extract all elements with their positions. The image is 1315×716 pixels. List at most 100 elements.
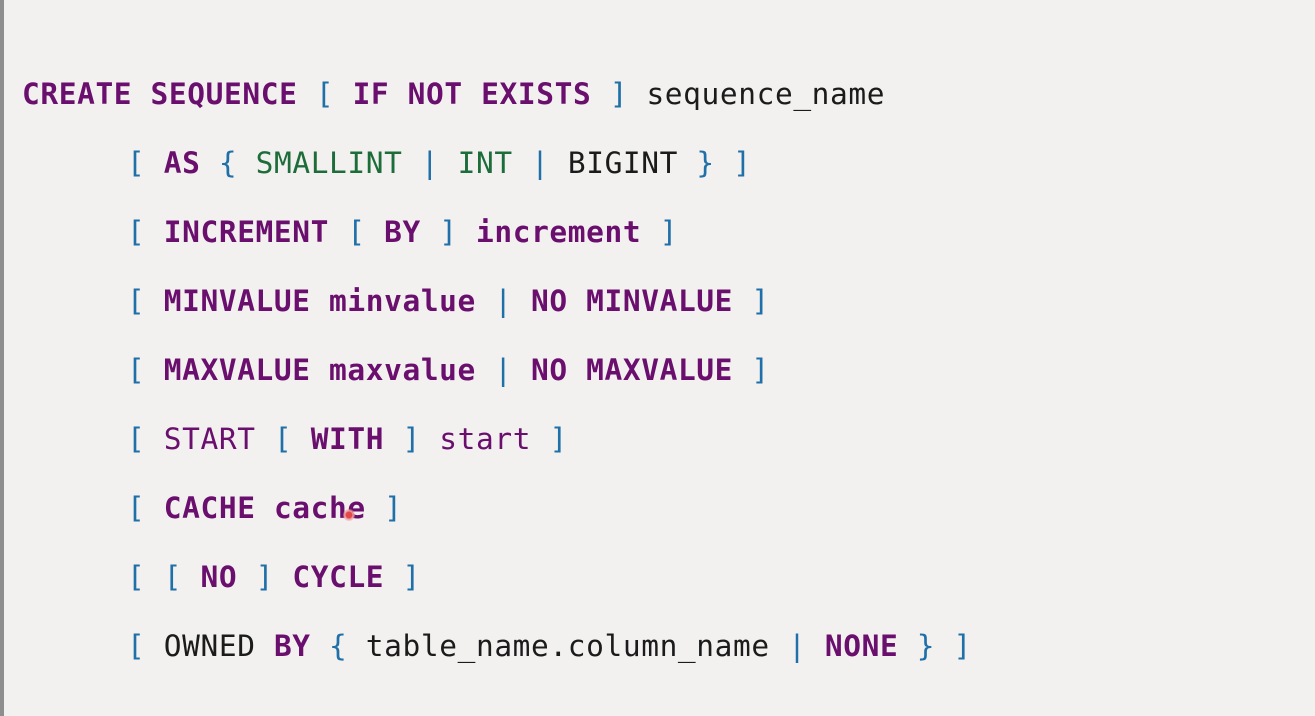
syntax-token: INCREMENT — [163, 215, 329, 249]
syntax-token: | — [494, 284, 513, 318]
syntax-line: [ MINVALUE minvalue | NO MINVALUE ] — [22, 273, 972, 342]
syntax-token: [ — [315, 77, 335, 111]
syntax-token: NONE — [824, 629, 899, 663]
syntax-token: ] — [384, 491, 403, 525]
syntax-token: maxvalue — [329, 353, 476, 387]
syntax-token: [ — [127, 353, 146, 387]
syntax-token: } — [696, 146, 715, 180]
syntax-token: ] — [609, 77, 629, 111]
syntax-token: ] — [402, 422, 421, 456]
document-frame: CREATE SEQUENCE [ IF NOT EXISTS ] sequen… — [0, 0, 1315, 716]
syntax-token: MAXVALUE — [163, 353, 311, 387]
syntax-token: BIGINT — [567, 146, 679, 180]
syntax-token: } — [916, 629, 936, 663]
sql-syntax-block: CREATE SEQUENCE [ IF NOT EXISTS ] sequen… — [22, 66, 972, 687]
syntax-token: | — [420, 146, 440, 180]
syntax-token: sequence_name — [646, 77, 886, 111]
syntax-token: SMALLINT — [255, 146, 403, 180]
syntax-token: BY — [273, 629, 311, 663]
syntax-token: MINVALUE — [163, 284, 311, 318]
syntax-token: [ — [347, 215, 366, 249]
syntax-token: NO — [200, 560, 238, 594]
syntax-token: [ — [273, 422, 293, 456]
syntax-token: [ — [127, 284, 146, 318]
syntax-line: [ [ NO ] CYCLE ] — [22, 549, 972, 618]
syntax-token: start — [439, 422, 532, 456]
syntax-token: SEQUENCE — [150, 77, 298, 111]
syntax-token: CYCLE — [292, 560, 385, 594]
syntax-line: [ OWNED BY { table_name.column_name | NO… — [22, 618, 972, 687]
syntax-token: [ — [163, 560, 183, 594]
syntax-token: [ — [127, 629, 146, 663]
syntax-token: minvalue — [329, 284, 476, 318]
syntax-line: [ MAXVALUE maxvalue | NO MAXVALUE ] — [22, 342, 972, 411]
syntax-token: MAXVALUE — [586, 353, 734, 387]
syntax-token: INT — [457, 146, 513, 180]
syntax-token: WITH — [310, 422, 385, 456]
syntax-token: OWNED — [163, 629, 256, 663]
syntax-token: EXISTS — [481, 77, 592, 111]
syntax-token: [ — [127, 146, 146, 180]
syntax-token: { — [218, 146, 238, 180]
syntax-token: ] — [402, 560, 421, 594]
syntax-line: [ CACHE cache ] — [22, 480, 972, 549]
syntax-token: ] — [439, 215, 458, 249]
syntax-token: | — [531, 146, 550, 180]
syntax-token: ] — [733, 146, 752, 180]
syntax-line: CREATE SEQUENCE [ IF NOT EXISTS ] sequen… — [22, 66, 972, 135]
syntax-token: { — [329, 629, 348, 663]
syntax-token: CREATE — [22, 77, 133, 111]
syntax-token: ] — [549, 422, 568, 456]
syntax-token: START — [163, 422, 256, 456]
syntax-token: CACHE — [163, 491, 256, 525]
syntax-token: IF — [352, 77, 390, 111]
syntax-token: NO — [531, 284, 568, 318]
syntax-line: [ START [ WITH ] start ] — [22, 411, 972, 480]
syntax-line: [ AS { SMALLINT | INT | BIGINT } ] — [22, 135, 972, 204]
mouse-pointer-dot-icon — [343, 509, 355, 521]
syntax-token: ] — [255, 560, 274, 594]
syntax-token: [ — [127, 491, 146, 525]
